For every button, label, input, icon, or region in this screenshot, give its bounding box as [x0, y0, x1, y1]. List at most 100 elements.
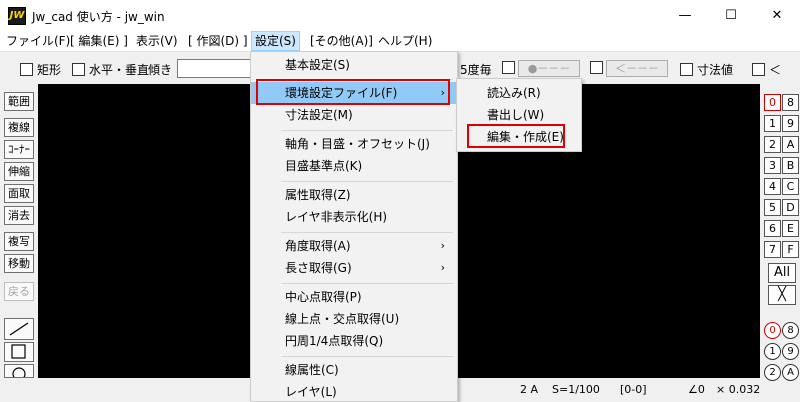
- menu-item-label: 軸角・目盛・オフセット(J): [285, 137, 430, 151]
- checkbox-box[interactable]: [590, 61, 603, 74]
- tilt-label: 傾き: [148, 63, 173, 77]
- layer-group-button[interactable]: 3: [764, 157, 781, 174]
- layer-button[interactable]: 2: [764, 364, 781, 381]
- checkbox-box[interactable]: [752, 63, 765, 76]
- menu-item-attribute-pick[interactable]: 属性取得(Z): [251, 184, 457, 206]
- layer-group-button[interactable]: 5: [764, 199, 781, 216]
- cross-icon[interactable]: ╳: [768, 285, 796, 305]
- rect-checkbox[interactable]: 矩形: [20, 61, 61, 78]
- menu-item-label: レイヤ(L): [285, 385, 337, 399]
- layer-button[interactable]: 8: [782, 322, 799, 339]
- menu-view[interactable]: 表示(V): [136, 31, 178, 51]
- tool-move[interactable]: 移動: [4, 254, 34, 273]
- layer-group-button[interactable]: 9: [782, 115, 799, 132]
- tool-line[interactable]: [4, 318, 34, 340]
- highlight-callout-box: [256, 79, 450, 105]
- menu-item-label: 線属性(C): [285, 363, 339, 377]
- menu-item-label: 長さ取得(G): [285, 261, 352, 275]
- menu-item-label: 属性取得(Z): [285, 188, 351, 202]
- circle-icon: [12, 367, 26, 377]
- layer-group-button[interactable]: C: [782, 178, 799, 195]
- status-multiplier[interactable]: × 0.032: [716, 383, 760, 396]
- menu-item-basic-settings[interactable]: 基本設定(S): [251, 54, 457, 76]
- tool-rectangle[interactable]: [4, 342, 34, 362]
- layer-group-button[interactable]: 1: [764, 115, 781, 132]
- layer-group-button[interactable]: 4: [764, 178, 781, 195]
- menu-item-layer[interactable]: レイヤ(L): [251, 381, 457, 402]
- maximize-button[interactable]: ☐: [708, 0, 754, 31]
- tool-copy[interactable]: 複写: [4, 232, 34, 251]
- dim-label: 寸法値: [697, 63, 734, 77]
- menu-item-label: レイヤ非表示化(H): [285, 210, 388, 224]
- layer-group-button[interactable]: A: [782, 136, 799, 153]
- all-layers-button[interactable]: All: [768, 263, 796, 283]
- layer-group-button[interactable]: D: [782, 199, 799, 216]
- menu-file[interactable]: ファイル(F): [6, 31, 70, 51]
- layer-group-button[interactable]: 6: [764, 220, 781, 237]
- menu-item-dimension-settings[interactable]: 寸法設定(M): [251, 104, 457, 126]
- tool-stretch[interactable]: 伸縮: [4, 162, 34, 181]
- right-tool-panel: 0 8 1 9 2 A 3 B 4 C 5 D 6 E 7 F All ╳ 0 …: [760, 84, 800, 402]
- point-button[interactable]: ●－－－: [518, 60, 580, 77]
- layer-group-button[interactable]: 7: [764, 241, 781, 258]
- tool-circle[interactable]: [4, 364, 34, 378]
- tilt-input[interactable]: [177, 59, 255, 78]
- dim-checkbox[interactable]: 寸法値: [680, 61, 733, 78]
- submenu-item-export[interactable]: 書出し(W): [457, 104, 581, 126]
- menu-settings[interactable]: 設定(S): [251, 31, 300, 51]
- menu-item-angle-pick[interactable]: 角度取得(A) ›: [251, 235, 457, 257]
- layer-group-button[interactable]: B: [782, 157, 799, 174]
- submenu-item-load[interactable]: 読込み(R): [457, 82, 581, 104]
- menu-item-length-pick[interactable]: 長さ取得(G) ›: [251, 257, 457, 279]
- checkbox-box[interactable]: [72, 63, 85, 76]
- line-icon: [9, 322, 29, 336]
- tool-offset[interactable]: 複線: [4, 118, 34, 137]
- tool-chamfer[interactable]: 面取: [4, 184, 34, 203]
- menu-other[interactable]: [その他(A)]: [310, 31, 373, 51]
- menu-item-quarter-point[interactable]: 円周1/4点取得(Q): [251, 330, 457, 352]
- menu-item-hide-layer[interactable]: レイヤ非表示化(H): [251, 206, 457, 228]
- checkbox-box[interactable]: [20, 63, 33, 76]
- close-button[interactable]: ✕: [754, 0, 800, 31]
- layer-group-button[interactable]: 0: [764, 94, 781, 111]
- menu-separator: [281, 356, 453, 357]
- layer-button[interactable]: 1: [764, 343, 781, 360]
- menu-item-intersection-point[interactable]: 線上点・交点取得(U): [251, 308, 457, 330]
- layer-group-button[interactable]: 2: [764, 136, 781, 153]
- layer-group-button[interactable]: F: [782, 241, 799, 258]
- left-tool-panel: 範囲 複線 ｺｰﾅｰ 伸縮 面取 消去 複写 移動 戻る: [0, 84, 38, 402]
- status-scale[interactable]: S=1/100: [552, 383, 600, 396]
- menu-item-line-attribute[interactable]: 線属性(C): [251, 359, 457, 381]
- tool-undo[interactable]: 戻る: [4, 282, 34, 301]
- status-angle[interactable]: ∠0: [688, 383, 705, 396]
- layer-group-button[interactable]: 8: [782, 94, 799, 111]
- layer-group-button[interactable]: E: [782, 220, 799, 237]
- tool-erase[interactable]: 消去: [4, 206, 34, 225]
- status-layer[interactable]: 2 A: [520, 383, 538, 396]
- layer-button[interactable]: 9: [782, 343, 799, 360]
- checkbox-box[interactable]: [680, 63, 693, 76]
- lt-checkbox[interactable]: ＜: [752, 61, 781, 78]
- menu-item-scale-origin[interactable]: 目盛基準点(K): [251, 155, 457, 177]
- square-icon: [11, 344, 26, 359]
- hv-checkbox[interactable]: 水平・垂直: [72, 61, 149, 78]
- arrow-button[interactable]: ＜－－－: [606, 60, 668, 77]
- layer-button[interactable]: 0: [764, 322, 781, 339]
- arrow-checkbox[interactable]: [590, 61, 607, 75]
- menu-item-label: 寸法設定(M): [285, 108, 353, 122]
- tool-range[interactable]: 範囲: [4, 92, 34, 111]
- menu-item-center-point[interactable]: 中心点取得(P): [251, 286, 457, 308]
- menu-draw[interactable]: [ 作図(D) ]: [188, 31, 248, 51]
- menu-separator: [281, 232, 453, 233]
- rect-label: 矩形: [37, 63, 62, 77]
- menu-item-axis-offset[interactable]: 軸角・目盛・オフセット(J): [251, 133, 457, 155]
- status-group[interactable]: [0-0]: [620, 383, 647, 396]
- point-checkbox[interactable]: [502, 61, 519, 75]
- layer-button[interactable]: A: [782, 364, 799, 381]
- menu-edit[interactable]: [ 編集(E) ]: [70, 31, 128, 51]
- checkbox-box[interactable]: [502, 61, 515, 74]
- minimize-button[interactable]: —: [662, 0, 708, 31]
- menu-separator: [281, 130, 453, 131]
- menu-help[interactable]: ヘルプ(H): [378, 31, 432, 51]
- tool-corner[interactable]: ｺｰﾅｰ: [4, 140, 34, 159]
